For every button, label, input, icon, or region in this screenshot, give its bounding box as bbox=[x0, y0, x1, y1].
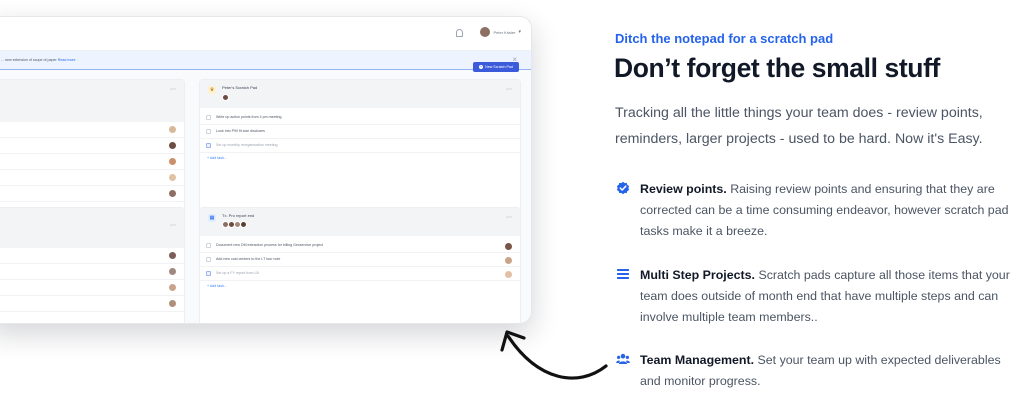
avatar bbox=[169, 158, 176, 165]
task-row[interactable]: Write up action points from 4 pm meeting bbox=[200, 111, 520, 125]
pad-panel-left-bottom: ⋯ bbox=[0, 207, 185, 323]
avatar bbox=[240, 221, 247, 228]
feature-review-points: Review points. Raising review points and… bbox=[640, 182, 1009, 238]
list-item[interactable] bbox=[0, 296, 184, 312]
avatar bbox=[169, 190, 176, 197]
list-item[interactable] bbox=[0, 154, 184, 170]
avatar bbox=[169, 268, 176, 275]
chevron-down-icon: ▾ bbox=[518, 29, 521, 35]
checkbox[interactable] bbox=[206, 143, 211, 148]
curved-arrow-icon bbox=[500, 330, 608, 380]
more-icon[interactable]: ⋯ bbox=[506, 86, 512, 93]
pad-header: ▦ Tx. Pro report end ⋯ bbox=[200, 208, 520, 236]
list-item[interactable] bbox=[0, 248, 184, 264]
list-item[interactable] bbox=[0, 170, 184, 186]
eyebrow-text: Ditch the notepad for a scratch pad bbox=[615, 31, 834, 46]
avatar bbox=[505, 271, 512, 278]
more-icon[interactable]: ⋯ bbox=[170, 222, 176, 229]
check-badge-icon bbox=[616, 181, 630, 195]
page-title: Don’t forget the small stuff bbox=[614, 53, 940, 83]
list-item[interactable] bbox=[0, 264, 184, 280]
pad-icon: ▦ bbox=[208, 214, 216, 222]
pad-panel-left-top: ⋯ bbox=[0, 79, 185, 215]
pad-header: ♛ Peter's Scratch Pad ⋯ bbox=[200, 80, 520, 108]
feature-multi-step-projects: Multi Step Projects. Scratch pads captur… bbox=[640, 268, 1010, 324]
list-item[interactable] bbox=[0, 138, 184, 154]
bell-icon[interactable] bbox=[456, 29, 463, 37]
pad-members bbox=[222, 221, 247, 228]
pad-title: Tx. Pro report end bbox=[222, 213, 255, 218]
avatar bbox=[169, 174, 176, 181]
more-icon[interactable]: ⋯ bbox=[170, 86, 176, 93]
avatar bbox=[505, 243, 512, 250]
user-name: Peter Krisler bbox=[493, 29, 516, 35]
plus-icon: + bbox=[479, 65, 484, 69]
feature-team-management: Team Management. Set your team up with e… bbox=[640, 353, 1001, 388]
checkbox[interactable] bbox=[206, 257, 211, 262]
avatar bbox=[222, 94, 229, 101]
task-row[interactable]: Set up a FY report from LB bbox=[200, 267, 520, 281]
task-row[interactable]: Add new cost centers to the LT tour note bbox=[200, 253, 520, 267]
pad-header: ⋯ bbox=[0, 80, 184, 122]
banner-text: ... new extension of scope of paper Read… bbox=[1, 58, 76, 62]
pad-title: Peter's Scratch Pad bbox=[222, 85, 258, 90]
avatar bbox=[169, 284, 176, 291]
pad-header: ⋯ bbox=[0, 208, 184, 248]
avatar bbox=[169, 300, 176, 307]
more-icon[interactable]: ⋯ bbox=[506, 214, 512, 221]
banner-link[interactable]: Read more bbox=[58, 58, 76, 62]
user-menu[interactable]: Peter Krisler ▾ bbox=[480, 27, 521, 37]
avatar bbox=[480, 27, 491, 37]
users-icon bbox=[616, 353, 630, 364]
avatar bbox=[505, 257, 512, 264]
checkbox[interactable] bbox=[206, 129, 211, 134]
checkbox[interactable] bbox=[206, 243, 211, 248]
avatar bbox=[169, 252, 176, 259]
avatar bbox=[169, 142, 176, 149]
add-task-link[interactable]: + Add task... bbox=[207, 156, 227, 160]
pad-panel-report: ▦ Tx. Pro report end ⋯ Document new DM e… bbox=[199, 207, 521, 323]
list-icon bbox=[617, 269, 629, 279]
app-topbar: Peter Krisler ▾ bbox=[0, 17, 531, 51]
pad-panel-peter: ♛ Peter's Scratch Pad ⋯ Write up action … bbox=[199, 79, 521, 215]
task-row[interactable]: Document new DM extraction process for b… bbox=[200, 239, 520, 253]
list-item[interactable] bbox=[0, 280, 184, 296]
task-row[interactable]: Set up monthly reorganisation meeting bbox=[200, 139, 520, 153]
info-banner: ... new extension of scope of paper Read… bbox=[0, 51, 531, 70]
list-item[interactable] bbox=[0, 122, 184, 138]
task-row[interactable]: Look into P90 fit size discloses bbox=[200, 125, 520, 139]
new-scratch-pad-button[interactable]: + New Scratch Pad bbox=[473, 62, 519, 72]
app-screenshot: Peter Krisler ▾ ... new extension of sco… bbox=[0, 16, 532, 324]
checkbox[interactable] bbox=[206, 115, 211, 120]
lede-text: Tracking all the little things your team… bbox=[615, 105, 983, 147]
checkbox[interactable] bbox=[206, 271, 211, 276]
list-item[interactable] bbox=[0, 186, 184, 202]
avatar bbox=[169, 126, 176, 133]
pad-icon: ♛ bbox=[208, 86, 216, 94]
pad-members bbox=[222, 94, 229, 101]
add-task-link[interactable]: + Add task... bbox=[207, 284, 227, 288]
